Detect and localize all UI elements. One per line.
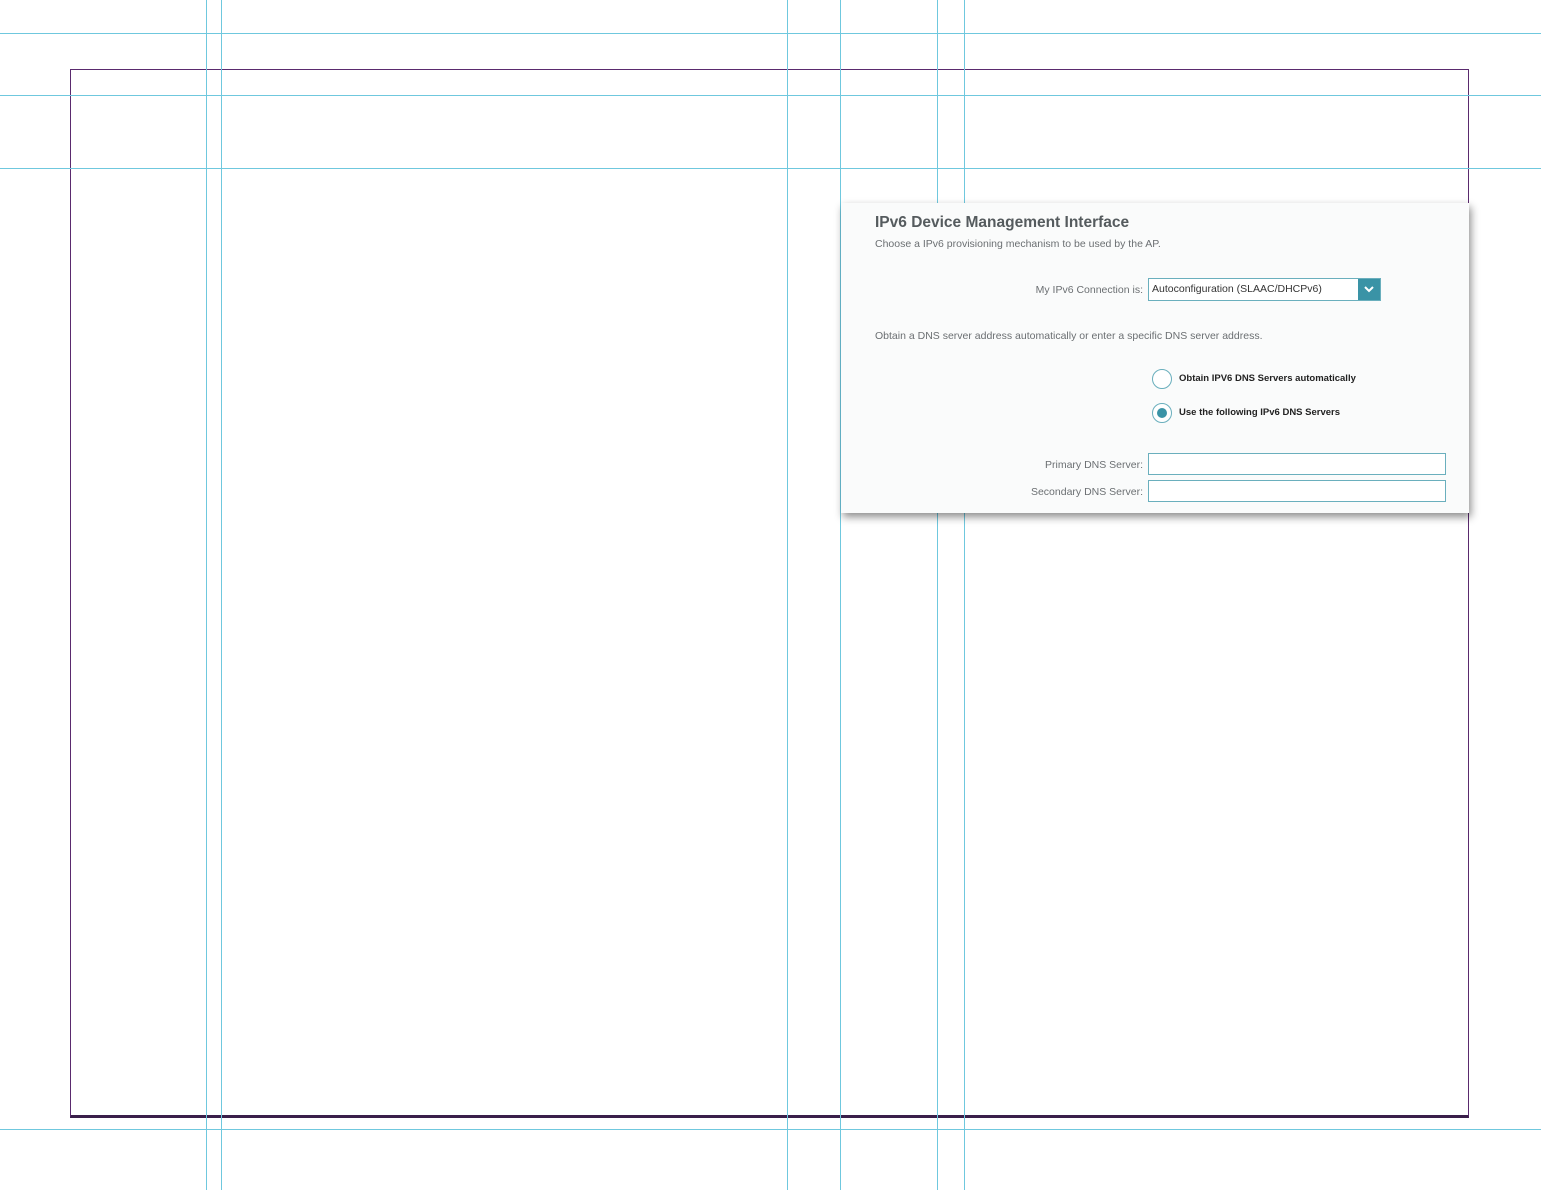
radio-button[interactable] — [1152, 403, 1172, 423]
secondary-dns-label: Secondary DNS Server: — [1030, 486, 1143, 498]
guide-line — [964, 0, 965, 1190]
guide-line — [0, 33, 1541, 34]
radio-label: Use the following IPv6 DNS Servers — [1179, 407, 1341, 418]
ipv6-settings-panel: IPv6 Device Management Interface Choose … — [841, 203, 1469, 513]
guide-line — [0, 168, 1541, 169]
guide-line — [0, 95, 1541, 96]
layout-page: IPv6 Device Management Interface Choose … — [0, 0, 1541, 1190]
connection-type-value: Autoconfiguration (SLAAC/DHCPv6) — [1152, 283, 1322, 295]
guide-line — [787, 0, 788, 1190]
dropdown-button[interactable] — [1358, 279, 1380, 300]
guide-line — [840, 0, 841, 1190]
chevron-down-icon — [1364, 286, 1374, 293]
connection-type-select[interactable]: Autoconfiguration (SLAAC/DHCPv6) — [1148, 278, 1381, 301]
guide-line — [221, 0, 222, 1190]
panel-subtitle: Choose a IPv6 provisioning mechanism to … — [875, 238, 1161, 250]
dns-description: Obtain a DNS server address automaticall… — [875, 330, 1263, 342]
primary-dns-label: Primary DNS Server: — [1044, 459, 1143, 471]
radio-selected-dot — [1157, 408, 1167, 418]
primary-dns-input[interactable] — [1148, 453, 1446, 475]
radio-label: Obtain IPV6 DNS Servers automatically — [1179, 373, 1356, 384]
secondary-dns-input[interactable] — [1148, 480, 1446, 502]
guide-line — [937, 0, 938, 1190]
guide-line — [206, 0, 207, 1190]
guide-line — [0, 1129, 1541, 1130]
radio-button[interactable] — [1152, 369, 1172, 389]
panel-title: IPv6 Device Management Interface — [875, 214, 1130, 231]
connection-label: My IPv6 Connection is: — [1035, 284, 1143, 296]
